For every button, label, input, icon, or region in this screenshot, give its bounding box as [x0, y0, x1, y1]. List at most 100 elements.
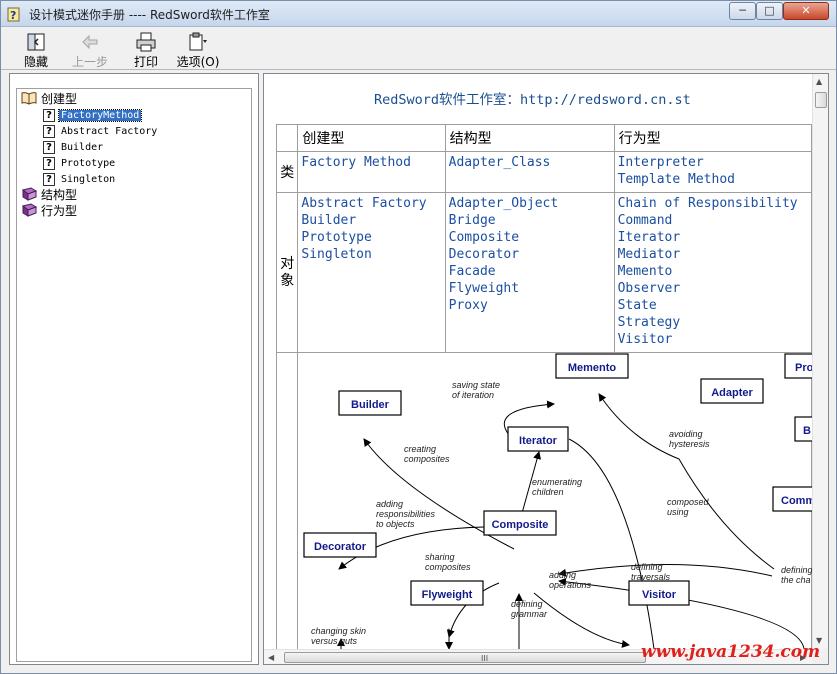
hide-label: 隐藏: [23, 55, 48, 69]
pattern-link[interactable]: Flyweight: [449, 280, 611, 297]
edge-label: saving state: [452, 380, 500, 390]
diagram-node-proxy: Pro: [784, 353, 812, 379]
edge-label: responsibilities: [376, 509, 436, 519]
back-label: 上一步: [71, 55, 108, 69]
content-viewport: RedSword软件工作室：http://redsword.cn.st 创建型 …: [264, 74, 812, 649]
main-window: ? 设计模式迷你手册 ---- RedSword软件工作室 ─ □ ✕ 隐藏 上…: [0, 0, 837, 674]
vertical-scrollbar[interactable]: ▲ ▼: [812, 74, 828, 649]
header-creational: 创建型: [297, 124, 446, 152]
edge-label: composed: [667, 497, 710, 507]
cell-object-behavioral: Chain of Responsibility Command Iterator…: [613, 192, 812, 353]
pattern-link[interactable]: Prototype: [301, 229, 441, 246]
printer-icon: [136, 32, 156, 52]
tree-node-creational[interactable]: 创建型: [21, 90, 77, 106]
header-structural: 结构型: [444, 124, 615, 152]
vertical-scroll-thumb[interactable]: [815, 92, 827, 108]
pattern-link[interactable]: Factory Method: [301, 154, 441, 171]
edge-label: using: [667, 507, 689, 517]
pattern-link[interactable]: Command: [618, 212, 808, 229]
maximize-button[interactable]: □: [756, 2, 783, 20]
node-adapter-label: Adapter: [711, 387, 753, 399]
back-button[interactable]: 上一步: [65, 32, 115, 69]
tree-item-abstract-factory[interactable]: ? Abstract Factory: [43, 123, 159, 139]
diagram-node-decorator: Decorator: [303, 532, 377, 558]
pattern-link[interactable]: Facade: [449, 263, 611, 280]
edge-label: defining: [511, 599, 543, 609]
page-heading: RedSword软件工作室：http://redsword.cn.st: [374, 92, 691, 108]
tree-item-prototype[interactable]: ? Prototype: [43, 155, 117, 171]
title-bar[interactable]: ? 设计模式迷你手册 ---- RedSword软件工作室 ─ □ ✕: [1, 1, 836, 27]
diagram-node-builder: Builder: [338, 390, 402, 416]
scroll-up-icon[interactable]: ▲: [816, 77, 822, 86]
options-button[interactable]: 选项(O): [173, 32, 223, 69]
tree-item-label: Builder: [61, 141, 104, 153]
close-button[interactable]: ✕: [783, 2, 829, 20]
edge-label: of iteration: [452, 390, 494, 400]
options-icon: [189, 32, 207, 51]
tree-item-factorymethod[interactable]: ? FactoryMethod: [43, 107, 143, 123]
help-topic-icon: ?: [43, 156, 55, 170]
hide-button[interactable]: 隐藏: [11, 32, 61, 69]
diagram-node-iterator: Iterator: [507, 426, 569, 452]
diagram-node-visitor: Visitor: [628, 580, 690, 606]
pattern-link[interactable]: Adapter_Class: [449, 154, 611, 171]
diagram-node-bridge: B: [794, 416, 812, 442]
edge-label: operations: [549, 580, 592, 590]
pattern-link[interactable]: Template Method: [618, 171, 808, 188]
pattern-link[interactable]: Composite: [449, 229, 611, 246]
edge-label: defining: [781, 565, 812, 575]
tree-item-label: Singleton: [61, 173, 116, 185]
pattern-link[interactable]: State: [618, 297, 808, 314]
cell-object-creational: Abstract Factory Builder Prototype Singl…: [297, 192, 446, 353]
horizontal-scroll-thumb[interactable]: III: [284, 652, 646, 663]
pattern-link[interactable]: Strategy: [618, 314, 808, 331]
tree-label-structural: 结构型: [41, 187, 78, 202]
content-pane: RedSword软件工作室：http://redsword.cn.st 创建型 …: [263, 73, 829, 665]
watermark-text: www.java1234.com: [641, 642, 821, 662]
print-button[interactable]: 打印: [121, 32, 171, 69]
pattern-link[interactable]: Adapter_Object: [449, 195, 611, 212]
pattern-link[interactable]: Interpreter: [618, 154, 808, 171]
help-topic-icon: ?: [43, 140, 55, 154]
pattern-link[interactable]: Observer: [618, 280, 808, 297]
table-corner: [275, 124, 299, 152]
tree-label-creational: 创建型: [41, 91, 78, 106]
pattern-link[interactable]: Iterator: [618, 229, 808, 246]
pattern-link[interactable]: Builder: [301, 212, 441, 229]
diagram-node-composite: Composite: [483, 510, 557, 536]
tree-item-label: FactoryMethod: [57, 108, 143, 122]
edge-label: grammar: [511, 609, 548, 619]
tree-node-behavioral[interactable]: 行为型: [21, 202, 77, 218]
tree-label-behavioral: 行为型: [41, 203, 78, 218]
pattern-link[interactable]: Mediator: [618, 246, 808, 263]
edge-label: composites: [425, 562, 471, 572]
edge-label: changing skin: [311, 626, 366, 636]
pattern-link[interactable]: Bridge: [449, 212, 611, 229]
toolbar: 隐藏 上一步 打印 选项(O): [1, 28, 836, 70]
scroll-left-icon[interactable]: ◀: [268, 653, 274, 662]
back-arrow-icon: [82, 34, 98, 50]
tree-item-label: Prototype: [61, 157, 116, 169]
tree-node-structural[interactable]: 结构型: [21, 186, 77, 202]
navigation-pane: 创建型 ? FactoryMethod ? Abstract Factory ?…: [9, 73, 259, 665]
pattern-link[interactable]: Visitor: [618, 331, 808, 348]
pattern-link[interactable]: Singleton: [301, 246, 441, 263]
edge-label: creating: [404, 444, 436, 454]
row-label-object: 对象: [275, 192, 299, 353]
edge-label: composites: [404, 454, 450, 464]
edge-label: children: [532, 487, 564, 497]
diagram-node-memento: Memento: [555, 353, 629, 379]
pattern-link[interactable]: Proxy: [449, 297, 611, 314]
tree-item-builder[interactable]: ? Builder: [43, 139, 105, 155]
cell-class-creational: Factory Method: [297, 151, 446, 193]
print-label: 打印: [133, 55, 158, 69]
minimize-button[interactable]: ─: [729, 2, 756, 20]
pattern-link[interactable]: Decorator: [449, 246, 611, 263]
row-label-object-text: 对象: [280, 255, 295, 289]
pattern-link[interactable]: Abstract Factory: [301, 195, 441, 212]
pattern-link[interactable]: Memento: [618, 263, 808, 280]
diagram-node-adapter: Adapter: [700, 378, 764, 404]
node-visitor-label: Visitor: [642, 589, 677, 601]
pattern-link[interactable]: Chain of Responsibility: [618, 195, 808, 212]
diagram-row-gutter: [275, 352, 299, 649]
